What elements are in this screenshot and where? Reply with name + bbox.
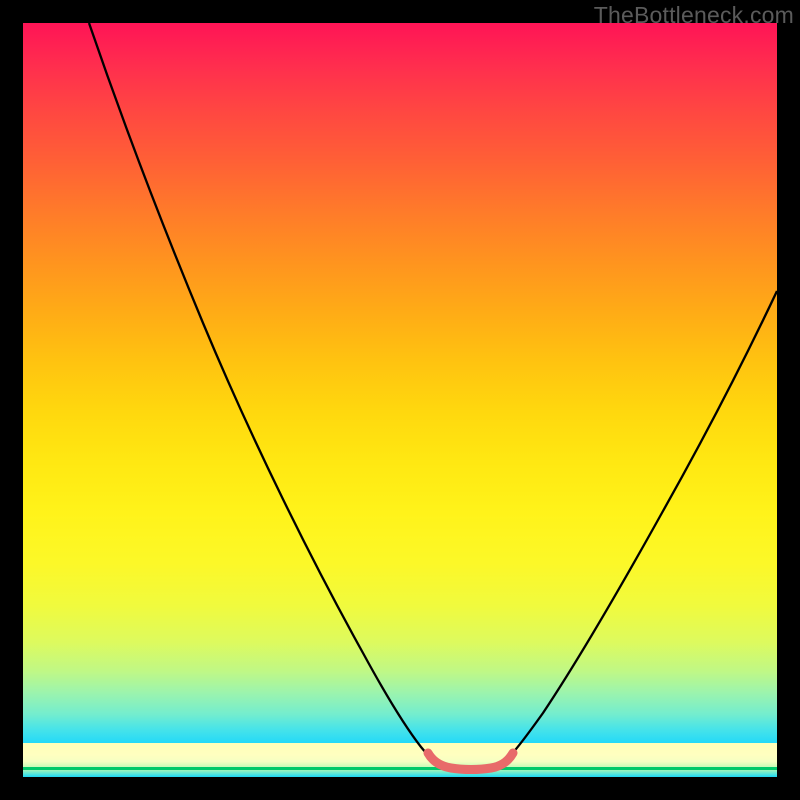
- chart-frame: [23, 23, 777, 777]
- curve-left: [89, 23, 431, 757]
- curve-right: [509, 291, 777, 757]
- watermark-text: TheBottleneck.com: [594, 2, 794, 29]
- bottom-pink-segment: [428, 753, 513, 770]
- chart-curves: [23, 23, 777, 777]
